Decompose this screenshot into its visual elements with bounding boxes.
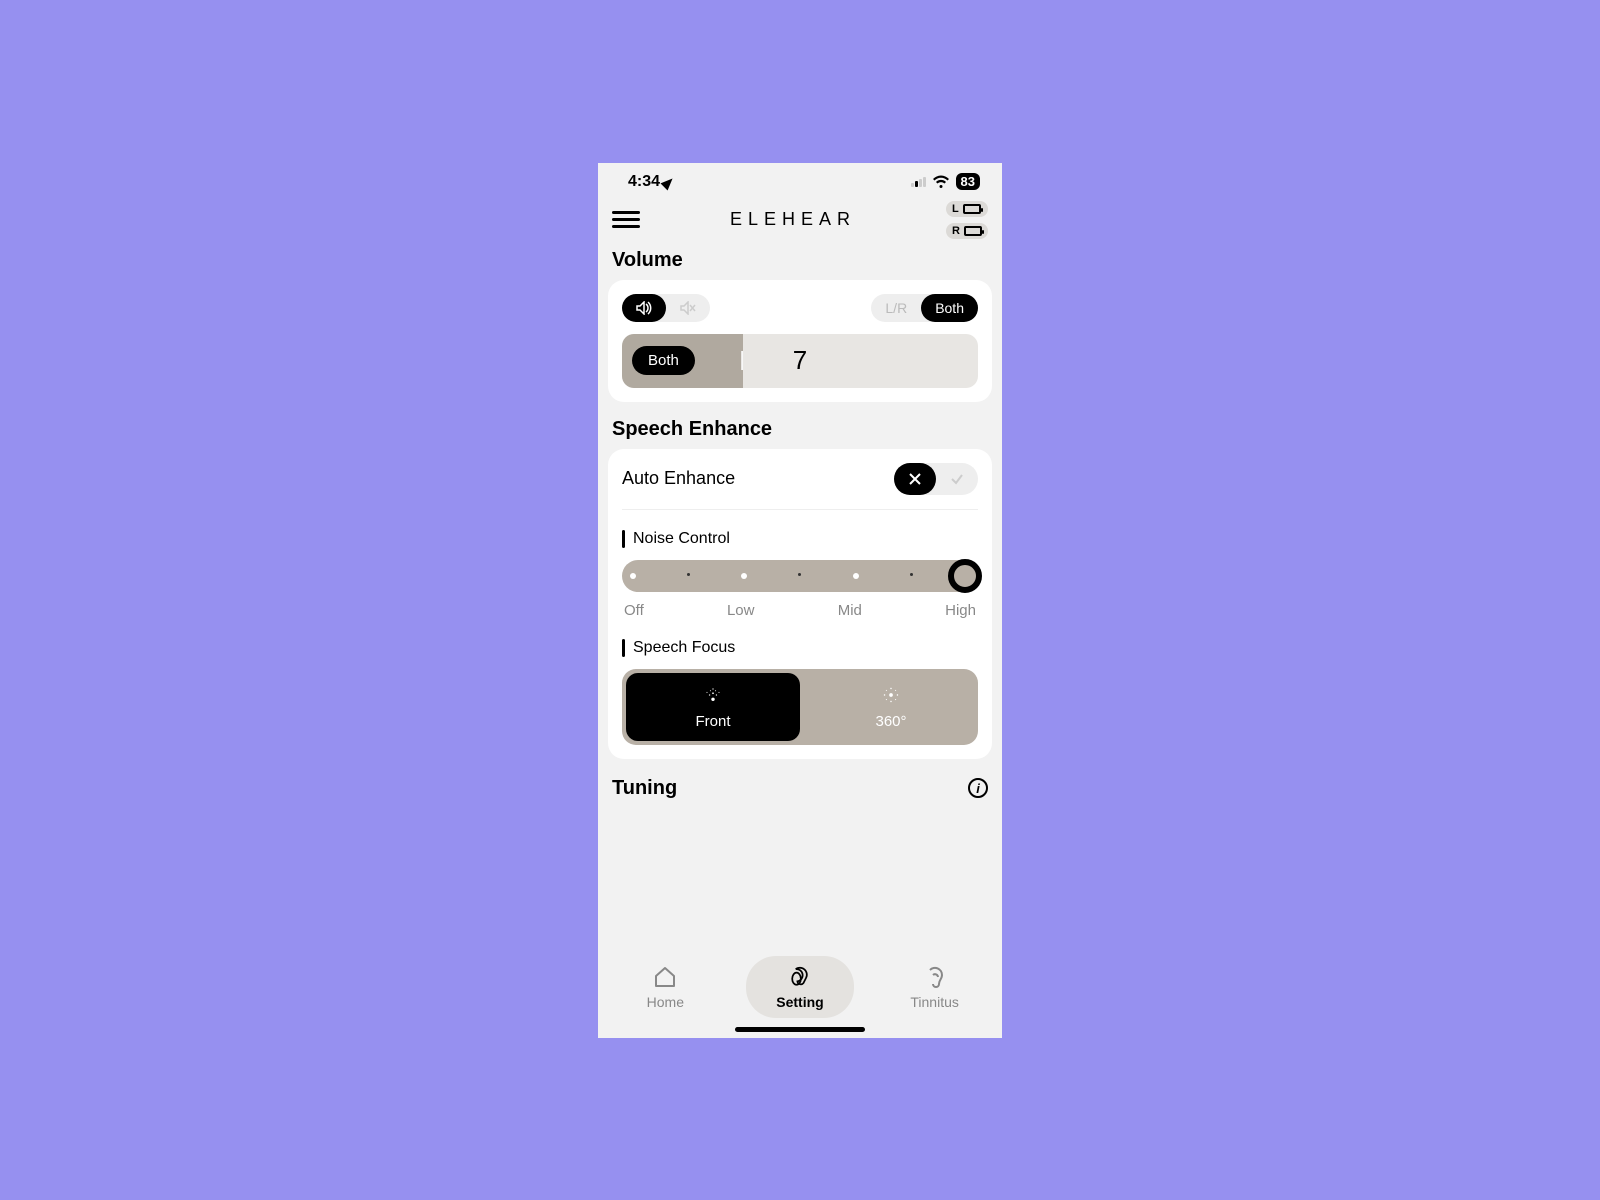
device-battery-indicators: L R — [946, 201, 988, 239]
status-time: 4:34 — [628, 173, 660, 191]
nav-setting[interactable]: Setting — [745, 956, 855, 1018]
home-indicator[interactable] — [735, 1027, 865, 1032]
left-device-battery: L — [946, 201, 988, 217]
speech-focus-front[interactable]: Front — [626, 673, 800, 741]
noise-control-slider[interactable] — [622, 560, 978, 592]
volume-on-icon[interactable] — [622, 294, 666, 322]
mute-toggle[interactable] — [622, 294, 710, 322]
speech-focus-label: Speech Focus — [622, 639, 978, 657]
bottom-nav: Home Setting Tinnitus — [598, 948, 1002, 1038]
auto-enhance-toggle[interactable] — [894, 463, 978, 495]
speech-enhance-title: Speech Enhance — [598, 414, 1002, 449]
front-focus-icon — [701, 683, 725, 707]
brand-logo: ELEHEAR — [730, 209, 856, 230]
info-icon[interactable]: i — [968, 778, 988, 798]
noise-control-label: Noise Control — [622, 530, 978, 548]
app-header: ELEHEAR L R — [598, 195, 1002, 245]
signal-icon — [911, 177, 926, 187]
battery-icon: 83 — [956, 173, 980, 190]
location-icon — [661, 174, 677, 190]
auto-enhance-on[interactable] — [936, 463, 978, 495]
both-option[interactable]: Both — [921, 294, 978, 322]
surround-focus-icon — [879, 683, 903, 707]
lr-both-toggle[interactable]: L/R Both — [871, 294, 978, 322]
volume-title: Volume — [598, 245, 1002, 280]
nav-tinnitus[interactable]: Tinnitus — [880, 964, 990, 1010]
app-screen: 4:34 83 ELEHEAR L R Volume — [598, 163, 1002, 1038]
tuning-title: Tuning — [612, 777, 677, 800]
slider-thumb[interactable] — [948, 559, 982, 593]
noise-control-scale: Off Low Mid High — [622, 602, 978, 619]
status-bar: 4:34 83 — [598, 163, 1002, 195]
speech-focus-360[interactable]: 360° — [804, 669, 978, 745]
volume-value: 7 — [622, 345, 978, 376]
right-device-battery: R — [946, 223, 988, 239]
tuning-section: Tuning i — [598, 771, 1002, 804]
auto-enhance-off[interactable] — [894, 463, 936, 495]
hearing-aid-icon — [787, 964, 813, 990]
volume-mute-icon[interactable] — [666, 294, 710, 322]
auto-enhance-label: Auto Enhance — [622, 468, 735, 489]
home-icon — [652, 964, 678, 990]
lr-option[interactable]: L/R — [871, 294, 921, 322]
volume-card: L/R Both Both | 7 — [608, 280, 992, 402]
volume-slider[interactable]: Both | 7 — [622, 334, 978, 388]
nav-home[interactable]: Home — [610, 964, 720, 1010]
speech-focus-toggle[interactable]: Front 360° — [622, 669, 978, 745]
wifi-icon — [932, 175, 950, 189]
menu-icon[interactable] — [612, 211, 640, 228]
ear-icon — [922, 964, 948, 990]
speech-enhance-card: Auto Enhance Noise Control Off Low — [608, 449, 992, 759]
